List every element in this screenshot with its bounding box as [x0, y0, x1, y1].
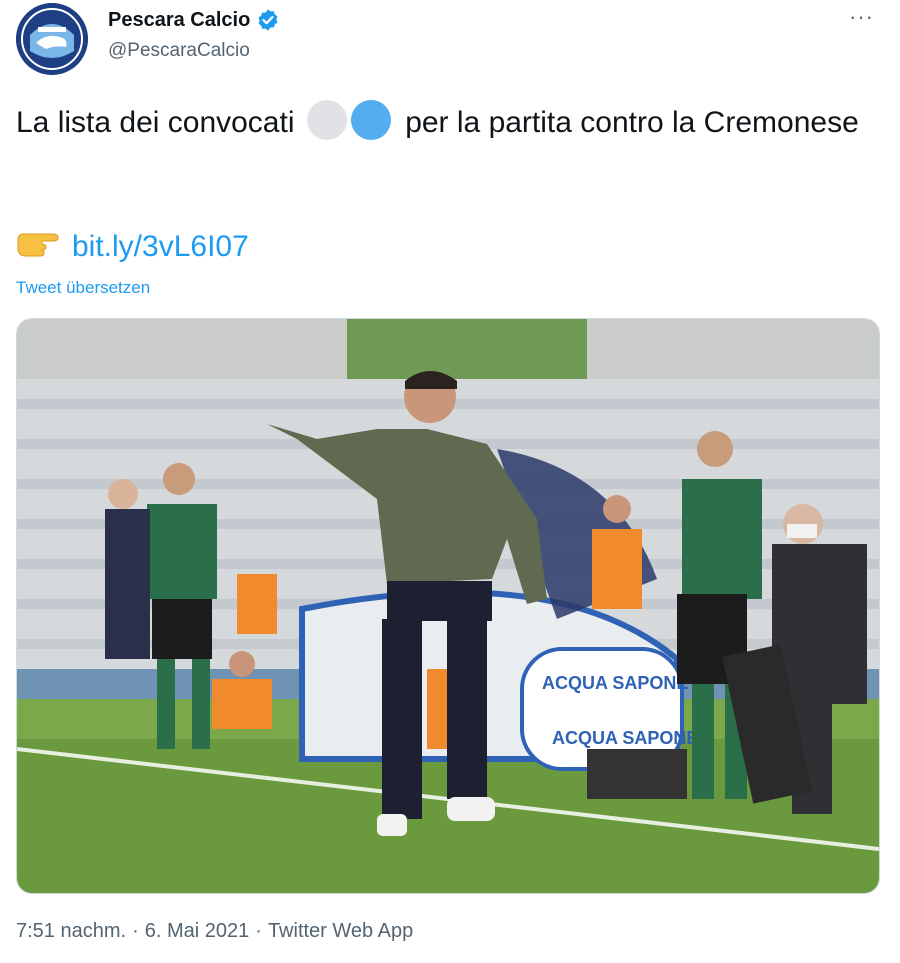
display-name-text: Pescara Calcio: [108, 8, 251, 31]
white-circle-icon: [306, 100, 347, 140]
tweet-text-before: La lista dei convocati: [16, 106, 295, 139]
tweet-meta: 7:51 nachm. · 6. Mai 2021 · Twitter Web …: [16, 920, 413, 943]
tweet-source[interactable]: Twitter Web App: [268, 920, 413, 943]
tweet-card: Pescara Calcio @PescaraCalcio ··· La lis…: [0, 0, 900, 963]
meta-separator-1: ·: [132, 920, 139, 942]
tweet-photo[interactable]: ACQUA SAPONE ACQUA SAPONE: [16, 318, 880, 894]
handle[interactable]: @PescaraCalcio: [108, 40, 250, 62]
tweet-text: La lista dei convocati per la partita co…: [16, 100, 876, 144]
link-line: bit.ly/3vL6I07: [16, 228, 249, 266]
tweet-text-after: per la partita contro la Cremonese: [405, 106, 859, 139]
tweet-time[interactable]: 7:51 nachm.: [16, 920, 126, 943]
banner-text-1: ACQUA SAPONE: [542, 673, 688, 693]
tweet-date[interactable]: 6. Mai 2021: [145, 920, 250, 943]
pescara-logo-icon: [16, 3, 88, 75]
avatar[interactable]: [16, 3, 88, 75]
banner-text-2: ACQUA SAPONE: [552, 728, 698, 748]
meta-separator-2: ·: [255, 920, 262, 942]
display-name[interactable]: Pescara Calcio: [108, 8, 280, 32]
stadium-photo: ACQUA SAPONE ACQUA SAPONE: [17, 319, 879, 893]
verified-badge-icon: [256, 8, 280, 32]
blue-circle-icon: [350, 100, 391, 140]
tweet-link[interactable]: bit.ly/3vL6I07: [72, 230, 249, 264]
backhand-index-pointing-right-icon: [16, 228, 60, 266]
more-options-icon[interactable]: ···: [849, 4, 874, 30]
translate-tweet-link[interactable]: Tweet übersetzen: [16, 278, 150, 298]
